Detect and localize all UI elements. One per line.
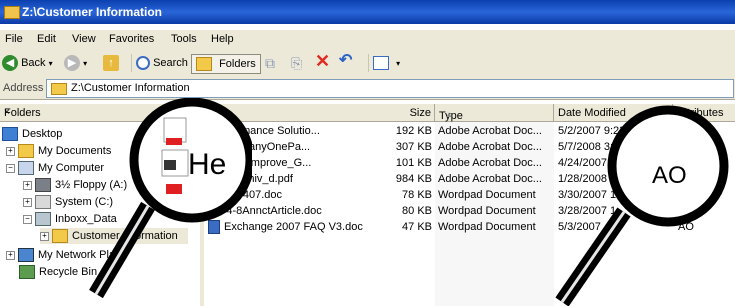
column-header-size[interactable]: Size bbox=[404, 104, 435, 122]
address-field[interactable]: Z:\Customer Information bbox=[46, 79, 734, 98]
network-drive-icon bbox=[35, 212, 51, 227]
tree-label: My Documents bbox=[38, 145, 112, 157]
tree-item-my-network-places[interactable]: + My Network Pla bbox=[6, 247, 115, 263]
collapse-icon[interactable]: − bbox=[23, 214, 32, 224]
menu-view[interactable]: View bbox=[72, 33, 96, 45]
folders-button[interactable]: Folders bbox=[191, 54, 261, 74]
tree-item-inboxx-data[interactable]: − Inboxx_Data bbox=[23, 211, 117, 227]
menu-help[interactable]: Help bbox=[211, 33, 234, 45]
menu-edit[interactable]: Edit bbox=[37, 33, 56, 45]
toolbar: ◀ Back ▾ ▶ ▾ ↑ Search Folders ⧉ ⎘ ✕ ↶ ▾ bbox=[0, 50, 735, 78]
tree-label: Inboxx_Data bbox=[55, 213, 117, 225]
tree-item-my-computer[interactable]: − My Computer bbox=[6, 160, 104, 176]
desktop-icon bbox=[2, 127, 18, 142]
search-icon bbox=[136, 56, 150, 71]
folder-open-icon bbox=[52, 229, 68, 244]
tree-label: My Computer bbox=[38, 162, 105, 174]
expand-icon[interactable]: + bbox=[6, 146, 15, 156]
tree-item-customer-information[interactable]: + Customer Information bbox=[40, 228, 188, 244]
folder-icon bbox=[4, 6, 20, 19]
tree-item-desktop[interactable]: Desktop bbox=[2, 126, 62, 142]
delete-icon[interactable]: ✕ bbox=[315, 52, 330, 70]
forward-arrow-icon: ▶ bbox=[64, 55, 80, 72]
expand-icon[interactable]: + bbox=[23, 197, 32, 207]
folders-pane-header: Folders × bbox=[0, 104, 200, 122]
column-header-date-modified[interactable]: Date Modified bbox=[554, 104, 673, 122]
tree-label: Desktop bbox=[22, 128, 63, 140]
folder-icon bbox=[18, 144, 34, 159]
views-icon bbox=[373, 56, 389, 71]
tree-item-recycle-bin[interactable]: Recycle Bin bbox=[19, 264, 97, 280]
views-button[interactable]: ▾ bbox=[368, 54, 400, 72]
expand-icon[interactable]: + bbox=[6, 250, 15, 260]
tree-label: 3½ Floppy (A:) bbox=[55, 179, 128, 191]
file-row[interactable]: Exchange 2007 FAQ V3.doc 47 KB Wordpad D… bbox=[204, 219, 735, 235]
computer-icon bbox=[18, 161, 34, 176]
network-icon bbox=[18, 248, 34, 263]
expand-icon[interactable]: + bbox=[23, 180, 32, 190]
floppy-icon bbox=[35, 178, 51, 193]
tree-label: My Network Pla bbox=[38, 249, 116, 261]
tree-label: Recycle Bin bbox=[39, 266, 98, 278]
file-row[interactable]: Glance407.doc 78 KB Wordpad Document 3/3… bbox=[204, 187, 735, 203]
folder-icon bbox=[51, 83, 67, 95]
back-label: Back bbox=[21, 57, 46, 69]
tree-item-my-documents[interactable]: + My Documents bbox=[6, 143, 111, 159]
file-list: Size Type ▲ Date Modified Attributes f Go… bbox=[204, 104, 735, 306]
column-header-attributes[interactable]: Attributes bbox=[673, 104, 735, 122]
up-folder-button[interactable]: ↑ bbox=[103, 54, 119, 72]
menu-file[interactable]: File bbox=[5, 33, 23, 45]
folders-pane: Folders × Desktop + My Documents − My Comp… bbox=[0, 104, 204, 306]
wordpad-doc-icon bbox=[208, 220, 220, 235]
menu-bar: File Edit View Favorites Tools Help bbox=[0, 30, 735, 50]
address-label: Address bbox=[3, 82, 44, 94]
column-header-name[interactable] bbox=[204, 104, 405, 122]
tree-label: Customer Information bbox=[72, 230, 178, 242]
tree-item-floppy[interactable]: +3½ Floppy (A:) bbox=[23, 177, 127, 193]
recycle-bin-icon bbox=[19, 265, 35, 280]
back-arrow-icon: ◀ bbox=[2, 55, 18, 72]
collapse-icon[interactable]: − bbox=[6, 163, 15, 173]
forward-button[interactable]: ▶ ▾ bbox=[64, 54, 87, 72]
drive-icon bbox=[35, 195, 51, 210]
file-row[interactable]: Mail-Archiv_d.pdf 984 KB Adobe Acrobat D… bbox=[204, 171, 735, 187]
undo-icon[interactable]: ↶ bbox=[339, 52, 352, 70]
menu-tools[interactable]: Tools bbox=[171, 33, 197, 45]
tree-label: System (C:) bbox=[55, 196, 114, 208]
folders-icon bbox=[196, 57, 212, 72]
file-row[interactable]: tomers_Improve_G... 101 KB Adobe Acrobat… bbox=[204, 155, 735, 171]
address-value: Z:\Customer Information bbox=[71, 82, 190, 94]
expand-icon[interactable]: + bbox=[40, 231, 49, 241]
search-label: Search bbox=[153, 57, 188, 69]
sort-ascending-icon: ▲ bbox=[445, 110, 453, 119]
window-title: Z:\Customer Information bbox=[22, 5, 162, 19]
copy-to-icon[interactable]: ⎘ bbox=[291, 54, 302, 72]
folders-label: Folders bbox=[219, 58, 256, 70]
file-row[interactable]: f Governance Solutio... 192 KB Adobe Acr… bbox=[204, 123, 735, 139]
search-button[interactable]: Search bbox=[131, 54, 188, 72]
title-bar[interactable]: Z:\Customer Information bbox=[0, 0, 735, 24]
menu-favorites[interactable]: Favorites bbox=[109, 33, 154, 45]
back-button[interactable]: ◀ Back ▾ bbox=[2, 54, 53, 72]
up-folder-icon: ↑ bbox=[103, 55, 119, 72]
column-header-type[interactable]: Type ▲ bbox=[435, 104, 554, 122]
file-row[interactable]: ailV4-8AnnctArticle.doc 80 KB Wordpad Do… bbox=[204, 203, 735, 219]
tree-item-system-c[interactable]: + System (C:) bbox=[23, 194, 113, 210]
move-to-icon[interactable]: ⧉ bbox=[265, 54, 275, 72]
close-pane-icon[interactable]: × bbox=[4, 107, 192, 118]
file-row[interactable]: x_CompanyOnePa... 307 KB Adobe Acrobat D… bbox=[204, 139, 735, 155]
address-bar: Address Z:\Customer Information bbox=[0, 77, 735, 100]
